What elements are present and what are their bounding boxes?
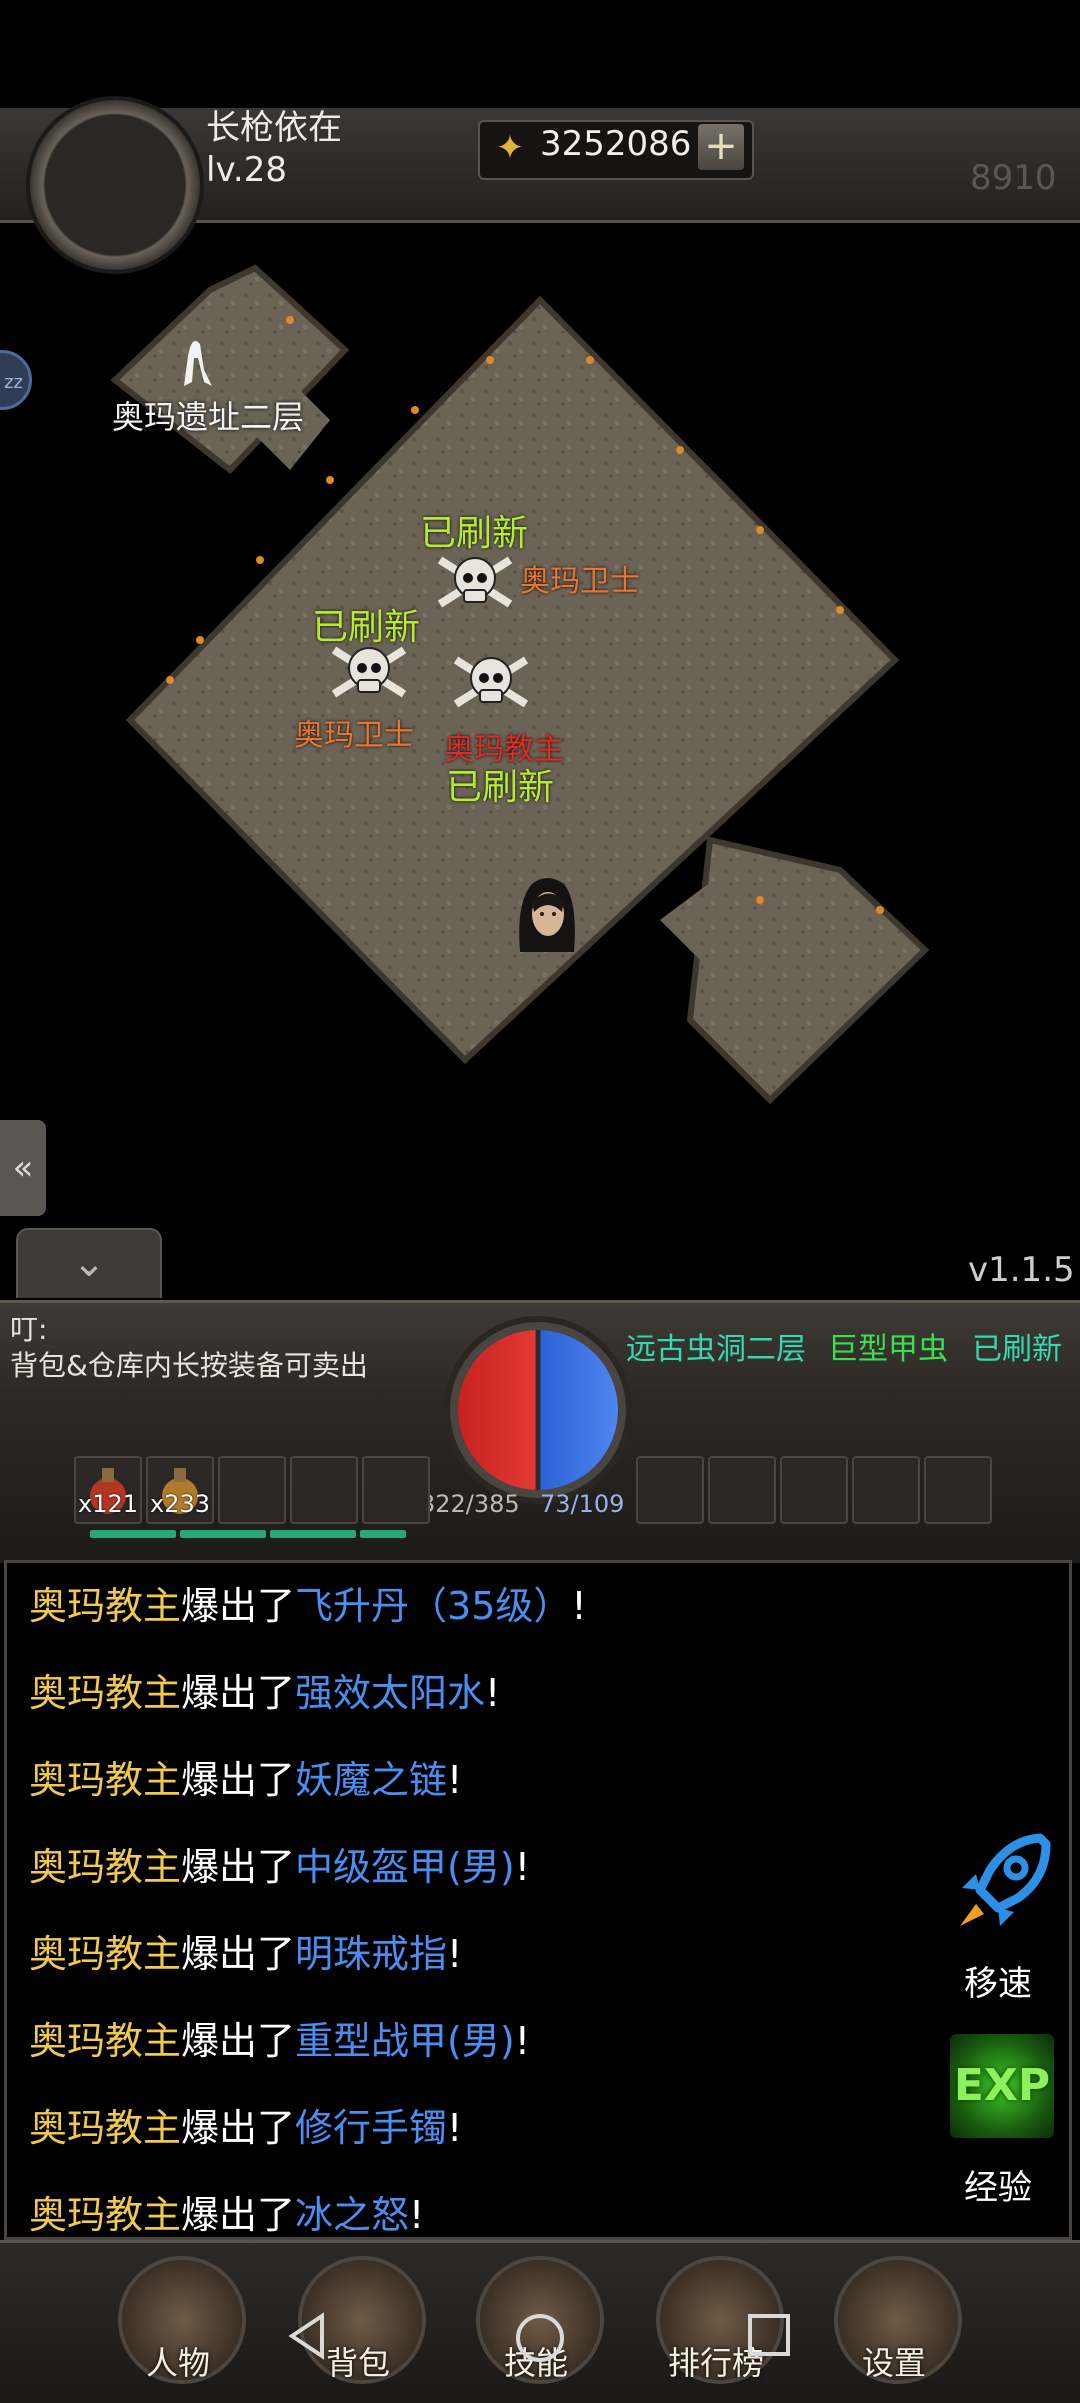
system-home-icon[interactable] xyxy=(512,2310,568,2366)
gold-ingot-icon: ✦ xyxy=(495,128,525,168)
drop-verb: 爆出了 xyxy=(181,1671,296,1715)
drop-verb: 爆出了 xyxy=(181,1932,296,1976)
chat-line: 奥玛教主爆出了中级盔甲(男)! xyxy=(29,1836,530,1891)
refresh-label: 已刷新 xyxy=(446,767,555,808)
drop-verb: 爆出了 xyxy=(181,1584,296,1628)
chat-line: 奥玛教主爆出了冰之怒! xyxy=(29,2184,424,2239)
player-character-avatar[interactable] xyxy=(512,872,582,956)
map-exit-label: 奥玛遗址二层 xyxy=(112,398,305,436)
drop-source: 奥玛教主 xyxy=(29,2019,182,2063)
nav-label: 人物 xyxy=(146,2344,211,2382)
chat-line: 奥玛教主爆出了明珠戒指! xyxy=(29,1923,462,1978)
speed-label: 移速 xyxy=(964,1964,1032,2004)
quick-slot[interactable] xyxy=(780,1456,848,1524)
expand-left-panel-button[interactable]: « xyxy=(0,1120,46,1216)
hp-mp-orb xyxy=(458,1330,618,1490)
exit-portal-icon[interactable] xyxy=(170,330,218,388)
add-gold-button[interactable]: + xyxy=(698,124,744,170)
exp-bar-segment xyxy=(180,1530,266,1538)
rocket-icon[interactable] xyxy=(950,1830,1054,1940)
drop-verb: 爆出了 xyxy=(181,2193,296,2237)
drop-source: 奥玛教主 xyxy=(29,1932,182,1976)
drop-verb: 爆出了 xyxy=(181,2106,296,2150)
boss-skull-icon[interactable] xyxy=(452,652,530,712)
drop-item[interactable]: 修行手镯 xyxy=(295,2106,447,2150)
player-level: lv.28 xyxy=(206,150,287,190)
nav-label: 设置 xyxy=(862,2344,927,2382)
drop-item[interactable]: 冰之怒 xyxy=(295,2193,409,2237)
refresh-location: 远古虫洞二层 xyxy=(626,1332,806,1367)
refresh-status: 已刷新 xyxy=(972,1332,1062,1367)
exp-label: 经验 xyxy=(964,2168,1032,2208)
drop-item[interactable]: 明珠戒指 xyxy=(295,1932,447,1976)
chat-line: 奥玛教主爆出了妖魔之链! xyxy=(29,1749,462,1804)
drop-source: 奥玛教主 xyxy=(29,2193,182,2237)
drop-log-panel[interactable]: 奥玛教主爆出了飞升丹（35级）! 奥玛教主爆出了强效太阳水! 奥玛教主爆出了妖魔… xyxy=(4,1560,1072,2240)
chat-line: 奥玛教主爆出了强效太阳水! xyxy=(29,1662,500,1717)
drop-end: ! xyxy=(485,1671,501,1715)
version-label: v1.1.5 xyxy=(968,1250,1075,1290)
fps-counter: 8910 xyxy=(970,158,1057,198)
quick-slot[interactable] xyxy=(852,1456,920,1524)
skull-icon[interactable] xyxy=(436,552,514,612)
notice-text: 背包&仓库内长按装备可卖出 xyxy=(10,1349,368,1382)
hp-value: 322/385 xyxy=(420,1490,520,1518)
drop-verb: 爆出了 xyxy=(181,1758,296,1802)
drop-end: ! xyxy=(447,1758,463,1802)
monster-name-label: 奥玛卫士 xyxy=(520,564,640,599)
drop-verb: 爆出了 xyxy=(181,1845,296,1889)
drop-source: 奥玛教主 xyxy=(29,1845,182,1889)
drop-source: 奥玛教主 xyxy=(29,1584,182,1628)
refresh-label: 已刷新 xyxy=(420,513,529,554)
system-recents-icon[interactable] xyxy=(744,2310,794,2360)
chat-line: 奥玛教主爆出了修行手镯! xyxy=(29,2097,462,2152)
drop-item[interactable]: 中级盔甲(男) xyxy=(295,1845,515,1889)
quick-slot-count: x121 xyxy=(78,1490,139,1518)
quick-slot-count: x233 xyxy=(150,1490,211,1518)
drop-end: ! xyxy=(514,2019,530,2063)
refresh-monster: 巨型甲虫 xyxy=(828,1332,948,1367)
drop-end: ! xyxy=(571,1584,587,1628)
drop-item[interactable]: 重型战甲(男) xyxy=(295,2019,515,2063)
collapse-chat-button[interactable]: ⌄ xyxy=(16,1228,162,1298)
quick-slot[interactable] xyxy=(636,1456,704,1524)
chat-line: 奥玛教主爆出了飞升丹（35级）! xyxy=(29,1575,587,1630)
drop-end: ! xyxy=(447,2106,463,2150)
quick-slot[interactable] xyxy=(290,1456,358,1524)
quick-slot[interactable] xyxy=(924,1456,992,1524)
drop-source: 奥玛教主 xyxy=(29,2106,182,2150)
nav-label: 背包 xyxy=(326,2344,391,2382)
exp-bar-segment xyxy=(270,1530,356,1538)
exp-bar-segment xyxy=(90,1530,176,1538)
drop-end: ! xyxy=(447,1932,463,1976)
exp-bar-segment xyxy=(360,1530,406,1538)
player-name: 长枪依在 xyxy=(206,108,342,148)
drop-end: ! xyxy=(514,1845,530,1889)
monster-name-label: 奥玛卫士 xyxy=(294,718,414,753)
chat-line: 奥玛教主爆出了重型战甲(男)! xyxy=(29,2010,530,2065)
quick-slot[interactable] xyxy=(708,1456,776,1524)
gold-amount: 3252086 xyxy=(540,124,692,164)
notice-title: 叮: xyxy=(10,1313,48,1346)
drop-item[interactable]: 强效太阳水 xyxy=(295,1671,485,1715)
drop-source: 奥玛教主 xyxy=(29,1758,182,1802)
drop-item[interactable]: 妖魔之链 xyxy=(295,1758,447,1802)
drop-source: 奥玛教主 xyxy=(29,1671,182,1715)
drop-item[interactable]: 飞升丹（35级） xyxy=(295,1584,571,1628)
drop-verb: 爆出了 xyxy=(181,2019,296,2063)
exp-icon[interactable]: EXP xyxy=(950,2034,1054,2138)
mp-value: 73/109 xyxy=(540,1490,625,1518)
system-back-icon[interactable] xyxy=(282,2310,332,2362)
quick-slot[interactable] xyxy=(218,1456,286,1524)
quick-slot[interactable] xyxy=(362,1456,430,1524)
skull-icon[interactable] xyxy=(330,642,408,702)
drop-end: ! xyxy=(409,2193,425,2237)
